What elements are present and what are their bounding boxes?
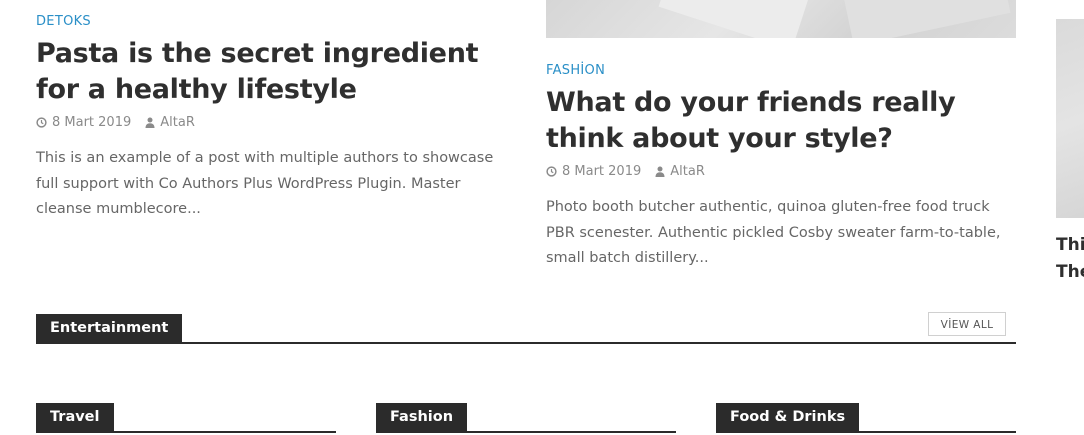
side-post-title-link[interactable]: Thi The: [1056, 232, 1084, 286]
section-header-entertainment: Entertainment: [36, 314, 1016, 344]
section-header-food-drinks: Food & Drinks: [716, 403, 1016, 433]
post-title-link[interactable]: Pasta is the secret ingredient for a hea…: [36, 36, 506, 108]
section-title-travel[interactable]: Travel: [36, 403, 114, 431]
post-author-link[interactable]: AltaR: [160, 115, 195, 130]
post-category-link[interactable]: FASHİON: [546, 63, 605, 78]
post-excerpt: This is an example of a post with multip…: [36, 150, 494, 217]
section-title-entertainment[interactable]: Entertainment: [36, 314, 183, 342]
post-excerpt: Photo booth butcher authentic, quinoa gl…: [546, 199, 1001, 266]
user-icon: [145, 117, 155, 128]
post-thumbnail[interactable]: [546, 0, 1016, 38]
side-post-title-line: The: [1056, 262, 1084, 282]
section-header-fashion: Fashion: [376, 403, 676, 433]
section-header-travel: Travel: [36, 403, 336, 433]
side-post-title-line: Thi: [1056, 235, 1084, 255]
view-all-button[interactable]: VİEW ALL: [928, 312, 1006, 336]
post-date[interactable]: 8 Mart 2019: [52, 115, 131, 130]
user-icon: [655, 166, 665, 177]
clock-icon: [546, 166, 557, 177]
page: DETOKS Pasta is the secret ingredient fo…: [0, 0, 1084, 435]
section-title-food-drinks[interactable]: Food & Drinks: [716, 403, 860, 431]
post-author-link[interactable]: AltaR: [670, 164, 705, 179]
section-title-fashion[interactable]: Fashion: [376, 403, 468, 431]
post-category-link[interactable]: DETOKS: [36, 14, 91, 29]
clock-icon: [36, 117, 47, 128]
post-meta: 8 Mart 2019 AltaR: [546, 164, 705, 179]
post-title-link[interactable]: What do your friends really think about …: [546, 85, 1016, 157]
post-meta: 8 Mart 2019 AltaR: [36, 115, 195, 130]
side-post-thumbnail[interactable]: [1056, 19, 1084, 218]
post-date[interactable]: 8 Mart 2019: [562, 164, 641, 179]
